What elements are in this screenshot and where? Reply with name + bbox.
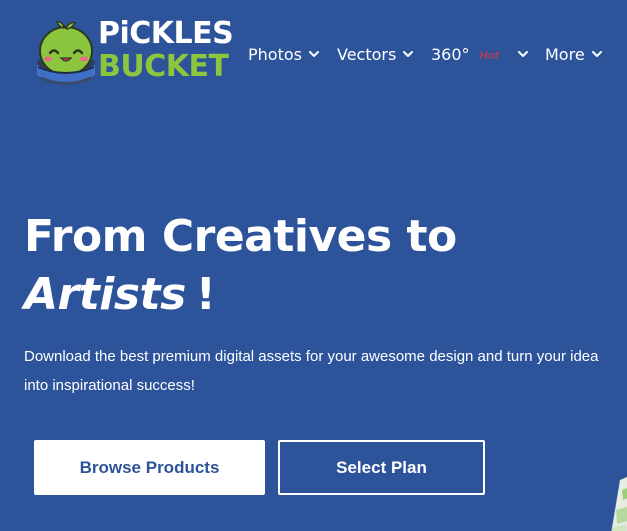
hero-title-italic: Artists — [24, 269, 186, 320]
nav-item-photos[interactable]: Photos — [248, 40, 320, 68]
logo-line2: BUCKET — [98, 49, 229, 84]
site-logo[interactable]: PiCKLES BUCKET — [35, 17, 234, 92]
hero-title-line1: From Creatives to — [24, 211, 457, 262]
hot-badge: Hot — [479, 48, 499, 62]
decorative-product-image — [611, 477, 627, 531]
chevron-down-icon — [308, 51, 319, 57]
chevron-down-icon — [591, 51, 602, 57]
page: PiCKLES BUCKET Photos Vectors 360° Hot M… — [0, 0, 627, 531]
nav-item-more[interactable]: More — [545, 40, 603, 68]
logo-line1: PiCKLES — [98, 16, 234, 51]
hero-description: Download the best premium digital assets… — [24, 348, 599, 394]
logo-wordmark: PiCKLES BUCKET — [98, 16, 234, 84]
nav-item-vectors[interactable]: Vectors — [337, 40, 414, 68]
nav-item-360[interactable]: 360° Hot — [431, 40, 529, 68]
chevron-down-icon — [403, 51, 414, 57]
hero-title-suffix: ! — [195, 269, 216, 320]
pickle-mascot-icon — [37, 21, 95, 85]
browse-products-button[interactable]: Browse Products — [34, 440, 265, 495]
hero-title-line2: Artists! — [24, 266, 457, 324]
nav-item-label: Photos — [248, 44, 302, 64]
hero-title: From Creatives to Artists! — [24, 208, 457, 324]
nav-item-label: 360° — [431, 44, 470, 64]
chevron-down-icon — [517, 51, 528, 57]
nav-item-label: Vectors — [337, 44, 397, 64]
nav-item-label: More — [545, 44, 585, 64]
select-plan-button[interactable]: Select Plan — [278, 440, 485, 495]
